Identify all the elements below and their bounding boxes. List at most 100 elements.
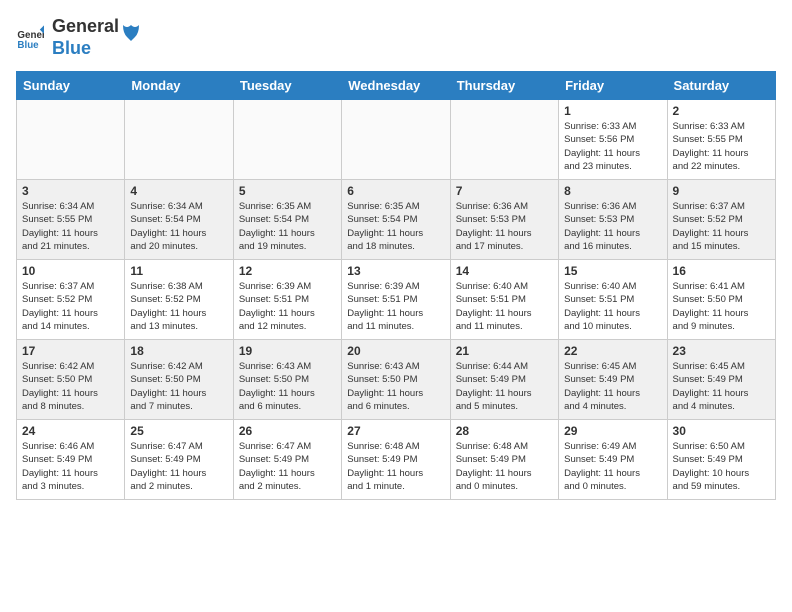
day-info: Sunrise: 6:45 AM Sunset: 5:49 PM Dayligh…	[564, 360, 661, 413]
day-number: 18	[130, 344, 227, 358]
weekday-header: Sunday	[17, 72, 125, 100]
calendar-day-cell: 18 Sunrise: 6:42 AM Sunset: 5:50 PM Dayli…	[125, 340, 233, 420]
calendar-day-cell: 15 Sunrise: 6:40 AM Sunset: 5:51 PM Dayli…	[559, 260, 667, 340]
calendar-day-cell: 21Sunrise: 6:44 AM Sunset: 5:49 PM Dayli…	[450, 340, 558, 420]
logo-icon: General Blue	[16, 24, 44, 52]
day-info: Sunrise: 6:33 AM Sunset: 5:55 PM Dayligh…	[673, 120, 770, 173]
day-number: 11	[130, 264, 227, 278]
day-number: 14	[456, 264, 553, 278]
calendar-day-cell: 8 Sunrise: 6:36 AM Sunset: 5:53 PM Daylig…	[559, 180, 667, 260]
calendar-day-cell: 9Sunrise: 6:37 AM Sunset: 5:52 PM Daylig…	[667, 180, 775, 260]
day-number: 2	[673, 104, 770, 118]
calendar-day-cell: 1 Sunrise: 6:33 AM Sunset: 5:56 PM Daylig…	[559, 100, 667, 180]
day-number: 1	[564, 104, 661, 118]
day-number: 13	[347, 264, 444, 278]
calendar-day-cell: 7 Sunrise: 6:36 AM Sunset: 5:53 PM Daylig…	[450, 180, 558, 260]
weekday-header: Friday	[559, 72, 667, 100]
day-info: Sunrise: 6:36 AM Sunset: 5:53 PM Dayligh…	[456, 200, 553, 253]
calendar-day-cell: 5Sunrise: 6:35 AM Sunset: 5:54 PM Daylig…	[233, 180, 341, 260]
day-number: 19	[239, 344, 336, 358]
calendar-day-cell	[125, 100, 233, 180]
day-info: Sunrise: 6:40 AM Sunset: 5:51 PM Dayligh…	[564, 280, 661, 333]
calendar-day-cell: 24 Sunrise: 6:46 AM Sunset: 5:49 PM Dayli…	[17, 420, 125, 500]
calendar-day-cell: 3 Sunrise: 6:34 AM Sunset: 5:55 PM Daylig…	[17, 180, 125, 260]
day-info: Sunrise: 6:46 AM Sunset: 5:49 PM Dayligh…	[22, 440, 119, 493]
calendar-day-cell: 10 Sunrise: 6:37 AM Sunset: 5:52 PM Dayli…	[17, 260, 125, 340]
day-info: Sunrise: 6:40 AM Sunset: 5:51 PM Dayligh…	[456, 280, 553, 333]
calendar-day-cell: 28Sunrise: 6:48 AM Sunset: 5:49 PM Dayli…	[450, 420, 558, 500]
day-number: 25	[130, 424, 227, 438]
day-info: Sunrise: 6:34 AM Sunset: 5:55 PM Dayligh…	[22, 200, 119, 253]
calendar-day-cell: 25Sunrise: 6:47 AM Sunset: 5:49 PM Dayli…	[125, 420, 233, 500]
day-info: Sunrise: 6:36 AM Sunset: 5:53 PM Dayligh…	[564, 200, 661, 253]
logo-blue: Blue	[52, 38, 119, 60]
day-number: 26	[239, 424, 336, 438]
calendar-day-cell: 29 Sunrise: 6:49 AM Sunset: 5:49 PM Dayli…	[559, 420, 667, 500]
calendar-day-cell: 4Sunrise: 6:34 AM Sunset: 5:54 PM Daylig…	[125, 180, 233, 260]
day-number: 27	[347, 424, 444, 438]
day-number: 29	[564, 424, 661, 438]
calendar-day-cell: 19 Sunrise: 6:43 AM Sunset: 5:50 PM Dayli…	[233, 340, 341, 420]
calendar-day-cell: 11 Sunrise: 6:38 AM Sunset: 5:52 PM Dayli…	[125, 260, 233, 340]
day-info: Sunrise: 6:35 AM Sunset: 5:54 PM Dayligh…	[347, 200, 444, 253]
calendar-week-row: 10 Sunrise: 6:37 AM Sunset: 5:52 PM Dayli…	[17, 260, 776, 340]
calendar-day-cell: 20 Sunrise: 6:43 AM Sunset: 5:50 PM Dayli…	[342, 340, 450, 420]
calendar-table: SundayMondayTuesdayWednesdayThursdayFrid…	[16, 71, 776, 500]
svg-text:Blue: Blue	[17, 39, 39, 50]
calendar-day-cell: 2 Sunrise: 6:33 AM Sunset: 5:55 PM Daylig…	[667, 100, 775, 180]
calendar-day-cell: 22Sunrise: 6:45 AM Sunset: 5:49 PM Dayli…	[559, 340, 667, 420]
weekday-header: Monday	[125, 72, 233, 100]
day-info: Sunrise: 6:41 AM Sunset: 5:50 PM Dayligh…	[673, 280, 770, 333]
calendar-day-cell: 12Sunrise: 6:39 AM Sunset: 5:51 PM Dayli…	[233, 260, 341, 340]
calendar-day-cell: 13 Sunrise: 6:39 AM Sunset: 5:51 PM Dayli…	[342, 260, 450, 340]
day-info: Sunrise: 6:42 AM Sunset: 5:50 PM Dayligh…	[22, 360, 119, 413]
calendar-day-cell	[342, 100, 450, 180]
day-number: 7	[456, 184, 553, 198]
day-info: Sunrise: 6:50 AM Sunset: 5:49 PM Dayligh…	[673, 440, 770, 493]
header: General Blue General Blue	[16, 16, 776, 59]
day-number: 23	[673, 344, 770, 358]
day-info: Sunrise: 6:43 AM Sunset: 5:50 PM Dayligh…	[239, 360, 336, 413]
day-info: Sunrise: 6:48 AM Sunset: 5:49 PM Dayligh…	[456, 440, 553, 493]
day-info: Sunrise: 6:34 AM Sunset: 5:54 PM Dayligh…	[130, 200, 227, 253]
day-number: 21	[456, 344, 553, 358]
day-info: Sunrise: 6:37 AM Sunset: 5:52 PM Dayligh…	[22, 280, 119, 333]
day-info: Sunrise: 6:39 AM Sunset: 5:51 PM Dayligh…	[347, 280, 444, 333]
day-number: 24	[22, 424, 119, 438]
day-number: 20	[347, 344, 444, 358]
day-info: Sunrise: 6:37 AM Sunset: 5:52 PM Dayligh…	[673, 200, 770, 253]
logo-wave-icon	[121, 23, 141, 43]
calendar-week-row: 3 Sunrise: 6:34 AM Sunset: 5:55 PM Daylig…	[17, 180, 776, 260]
calendar-day-cell: 26Sunrise: 6:47 AM Sunset: 5:49 PM Dayli…	[233, 420, 341, 500]
day-number: 17	[22, 344, 119, 358]
calendar-day-cell: 16 Sunrise: 6:41 AM Sunset: 5:50 PM Dayli…	[667, 260, 775, 340]
day-info: Sunrise: 6:49 AM Sunset: 5:49 PM Dayligh…	[564, 440, 661, 493]
day-info: Sunrise: 6:42 AM Sunset: 5:50 PM Dayligh…	[130, 360, 227, 413]
calendar-day-cell: 23Sunrise: 6:45 AM Sunset: 5:49 PM Dayli…	[667, 340, 775, 420]
calendar-day-cell: 30Sunrise: 6:50 AM Sunset: 5:49 PM Dayli…	[667, 420, 775, 500]
day-info: Sunrise: 6:48 AM Sunset: 5:49 PM Dayligh…	[347, 440, 444, 493]
day-info: Sunrise: 6:38 AM Sunset: 5:52 PM Dayligh…	[130, 280, 227, 333]
calendar-week-row: 24 Sunrise: 6:46 AM Sunset: 5:49 PM Dayli…	[17, 420, 776, 500]
day-number: 12	[239, 264, 336, 278]
weekday-header: Tuesday	[233, 72, 341, 100]
day-info: Sunrise: 6:43 AM Sunset: 5:50 PM Dayligh…	[347, 360, 444, 413]
day-number: 3	[22, 184, 119, 198]
logo: General Blue General Blue	[16, 16, 141, 59]
day-number: 5	[239, 184, 336, 198]
weekday-header: Thursday	[450, 72, 558, 100]
calendar-day-cell	[450, 100, 558, 180]
calendar-day-cell: 14 Sunrise: 6:40 AM Sunset: 5:51 PM Dayli…	[450, 260, 558, 340]
logo-general: General	[52, 16, 119, 38]
day-number: 8	[564, 184, 661, 198]
day-number: 15	[564, 264, 661, 278]
day-number: 10	[22, 264, 119, 278]
day-info: Sunrise: 6:33 AM Sunset: 5:56 PM Dayligh…	[564, 120, 661, 173]
calendar-day-cell: 27 Sunrise: 6:48 AM Sunset: 5:49 PM Dayli…	[342, 420, 450, 500]
day-number: 16	[673, 264, 770, 278]
calendar-week-row: 1 Sunrise: 6:33 AM Sunset: 5:56 PM Daylig…	[17, 100, 776, 180]
page: General Blue General Blue SundayMondayTu…	[0, 0, 792, 516]
calendar-day-cell: 17 Sunrise: 6:42 AM Sunset: 5:50 PM Dayli…	[17, 340, 125, 420]
day-number: 6	[347, 184, 444, 198]
calendar-day-cell	[17, 100, 125, 180]
